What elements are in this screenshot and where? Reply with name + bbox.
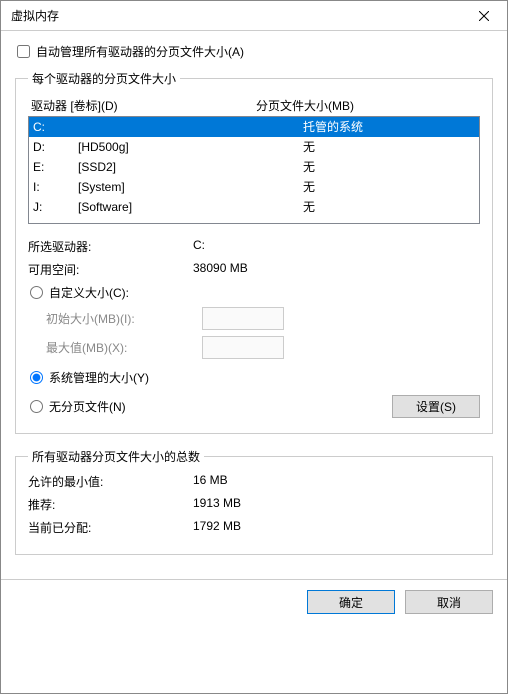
system-managed-radio[interactable]: [30, 371, 43, 384]
system-managed-label: 系统管理的大小(Y): [49, 369, 149, 386]
drive-letter: J:: [33, 197, 78, 217]
drive-list-headers: 驱动器 [卷标](D) 分页文件大小(MB): [28, 95, 480, 116]
custom-size-label: 自定义大小(C):: [49, 284, 129, 301]
custom-size-radio[interactable]: [30, 286, 43, 299]
ok-button[interactable]: 确定: [307, 590, 395, 614]
max-size-label: 最大值(MB)(X):: [46, 339, 202, 356]
drive-row[interactable]: J:[Software]无: [29, 197, 479, 217]
selected-drive-info: 所选驱动器: C: 可用空间: 38090 MB: [28, 238, 480, 278]
drive-letter: C:: [33, 117, 78, 137]
available-space-label: 可用空间:: [28, 261, 193, 278]
totals-fieldset: 所有驱动器分页文件大小的总数 允许的最小值: 16 MB 推荐: 1913 MB…: [15, 448, 493, 555]
drive-row[interactable]: E:[SSD2]无: [29, 157, 479, 177]
initial-size-row: 初始大小(MB)(I):: [46, 307, 480, 330]
titlebar: 虚拟内存: [1, 1, 507, 31]
per-drive-legend: 每个驱动器的分页文件大小: [28, 70, 180, 87]
set-button[interactable]: 设置(S): [392, 395, 480, 418]
auto-manage-checkbox[interactable]: [17, 45, 30, 58]
drive-label: [Software]: [78, 197, 303, 217]
drive-size: 无: [303, 177, 475, 197]
selected-drive-label: 所选驱动器:: [28, 238, 193, 255]
auto-manage-label: 自动管理所有驱动器的分页文件大小(A): [36, 43, 244, 60]
auto-manage-checkbox-row[interactable]: 自动管理所有驱动器的分页文件大小(A): [15, 43, 493, 60]
max-size-row: 最大值(MB)(X):: [46, 336, 480, 359]
cancel-button[interactable]: 取消: [405, 590, 493, 614]
drive-size: 无: [303, 197, 475, 217]
current-alloc-label: 当前已分配:: [28, 519, 193, 536]
drive-label: [SSD2]: [78, 157, 303, 177]
close-icon: [479, 11, 489, 21]
col-size-header: 分页文件大小(MB): [256, 97, 477, 114]
no-paging-radio[interactable]: [30, 400, 43, 413]
drive-size: 无: [303, 157, 475, 177]
drive-letter: E:: [33, 157, 78, 177]
max-size-input[interactable]: [202, 336, 284, 359]
totals-legend: 所有驱动器分页文件大小的总数: [28, 448, 204, 465]
drive-label: [HD500g]: [78, 137, 303, 157]
system-managed-radio-row[interactable]: 系统管理的大小(Y): [28, 369, 480, 386]
recommended-label: 推荐:: [28, 496, 193, 513]
drive-row[interactable]: C: 托管的系统: [29, 117, 479, 137]
drive-label: [78, 117, 303, 137]
selected-drive-value: C:: [193, 238, 205, 255]
drive-row[interactable]: I:[System]无: [29, 177, 479, 197]
dialog-content: 自动管理所有驱动器的分页文件大小(A) 每个驱动器的分页文件大小 驱动器 [卷标…: [1, 31, 507, 579]
initial-size-input[interactable]: [202, 307, 284, 330]
min-allowed-value: 16 MB: [193, 473, 228, 490]
drive-list[interactable]: C:托管的系统D:[HD500g]无E:[SSD2]无I:[System]无J:…: [28, 116, 480, 224]
drive-letter: I:: [33, 177, 78, 197]
drive-letter: D:: [33, 137, 78, 157]
available-space-value: 38090 MB: [193, 261, 248, 278]
drive-row[interactable]: D:[HD500g]无: [29, 137, 479, 157]
dialog-footer: 确定 取消: [1, 579, 507, 626]
min-allowed-label: 允许的最小值:: [28, 473, 193, 490]
recommended-value: 1913 MB: [193, 496, 241, 513]
custom-size-radio-row[interactable]: 自定义大小(C):: [28, 284, 480, 301]
per-drive-fieldset: 每个驱动器的分页文件大小 驱动器 [卷标](D) 分页文件大小(MB) C: 托管…: [15, 70, 493, 434]
close-button[interactable]: [461, 1, 507, 31]
col-drive-header: 驱动器 [卷标](D): [31, 97, 256, 114]
drive-label: [System]: [78, 177, 303, 197]
current-alloc-value: 1792 MB: [193, 519, 241, 536]
window-title: 虚拟内存: [11, 7, 461, 24]
drive-size: 托管的系统: [303, 117, 475, 137]
drive-size: 无: [303, 137, 475, 157]
no-paging-label: 无分页文件(N): [49, 398, 126, 415]
initial-size-label: 初始大小(MB)(I):: [46, 310, 202, 327]
no-paging-radio-row[interactable]: 无分页文件(N): [28, 398, 126, 415]
